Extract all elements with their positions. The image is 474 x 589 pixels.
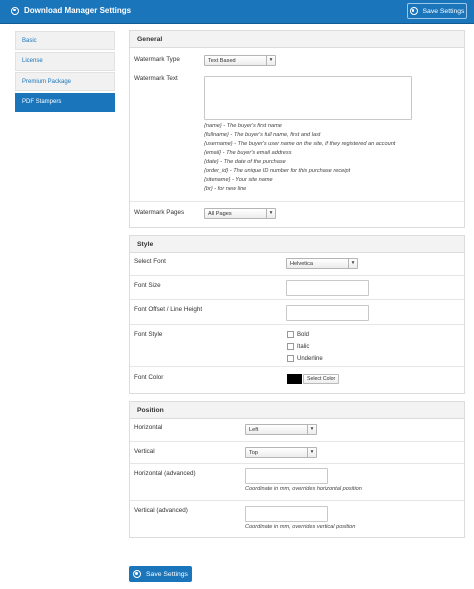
- watermark-type-label: Watermark Type: [134, 56, 180, 63]
- save-settings-label: Save Settings: [146, 570, 188, 578]
- position-panel: Position Horizontal Left ▼ Vertical Top …: [129, 401, 465, 538]
- horizontal-value: Left: [249, 426, 259, 433]
- top-bar: Download Manager Settings Save Settings: [0, 0, 474, 24]
- underline-label: Underline: [297, 355, 323, 362]
- font-size-input[interactable]: [286, 280, 369, 296]
- italic-label: Italic: [297, 343, 310, 350]
- select-color-button[interactable]: Select Color: [303, 374, 340, 384]
- watermark-pages-label: Watermark Pages: [134, 209, 185, 216]
- watermark-type-select[interactable]: Text Based ▼: [204, 55, 276, 66]
- placeholder-item: {date} - The date of the purchase: [204, 159, 286, 165]
- watermark-type-value: Text Based: [208, 57, 236, 64]
- horizontal-row: Horizontal Left ▼: [130, 419, 464, 441]
- sidebar-item-basic[interactable]: Basic: [15, 31, 115, 50]
- sidebar-item-premium-package[interactable]: Premium Package: [15, 72, 115, 91]
- placeholder-item: {name} - The buyer's first name: [204, 123, 282, 129]
- font-size-label: Font Size: [134, 282, 161, 289]
- position-panel-title: Position: [130, 402, 464, 419]
- horizontal-label: Horizontal: [134, 424, 163, 431]
- watermark-pages-select[interactable]: All Pages ▼: [204, 208, 276, 219]
- gear-icon: [409, 7, 418, 15]
- chevron-down-icon: ▼: [266, 56, 275, 65]
- horizontal-advanced-hint: Coordinate in mm, overrides horizontal p…: [245, 486, 362, 492]
- font-color-row: Font Color Select Color: [130, 366, 464, 394]
- watermark-pages-value: All Pages: [208, 210, 232, 217]
- placeholder-item: {fullname} - The buyer's full name, firs…: [204, 132, 321, 138]
- font-offset-input[interactable]: [286, 305, 369, 321]
- font-offset-label: Font Offset / Line Height: [134, 306, 203, 313]
- horizontal-advanced-label: Horizontal (advanced): [134, 470, 196, 477]
- watermark-text-label: Watermark Text: [134, 75, 178, 82]
- sidebar-item-label: Basic: [22, 37, 37, 44]
- vertical-advanced-label: Vertical (advanced): [134, 507, 188, 514]
- gear-icon: [11, 6, 19, 15]
- page-title: Download Manager Settings: [24, 6, 132, 15]
- font-style-label: Font Style: [134, 331, 163, 338]
- settings-sidebar: Basic License Premium Package PDF Stampe…: [15, 31, 115, 113]
- chevron-down-icon: ▼: [348, 259, 357, 268]
- vertical-advanced-hint: Coordinate in mm, overrides vertical pos…: [245, 524, 356, 530]
- vertical-row: Vertical Top ▼: [130, 441, 464, 463]
- chevron-down-icon: ▼: [266, 209, 275, 218]
- font-offset-row: Font Offset / Line Height: [130, 299, 464, 324]
- select-font-value: Helvetica: [290, 260, 314, 267]
- placeholder-item: {email} - The buyer's email address: [204, 150, 292, 156]
- gear-icon: [133, 570, 142, 578]
- general-panel: General Watermark Type Text Based ▼ Wate…: [129, 30, 465, 228]
- horizontal-advanced-row: Horizontal (advanced) Coordinate in mm, …: [130, 463, 464, 500]
- underline-checkbox-row[interactable]: Underline: [287, 355, 323, 362]
- sidebar-item-label: License: [22, 58, 43, 64]
- font-size-row: Font Size: [130, 275, 464, 299]
- chevron-down-icon: ▼: [307, 425, 316, 434]
- vertical-advanced-input[interactable]: [245, 506, 328, 522]
- vertical-advanced-row: Vertical (advanced) Coordinate in mm, ov…: [130, 500, 464, 538]
- sidebar-item-label: Premium Package: [22, 78, 72, 85]
- select-font-row: Select Font Helvetica ▼: [130, 253, 464, 275]
- select-color-label: Select Color: [307, 376, 336, 382]
- page-title-wrap: Download Manager Settings: [11, 6, 131, 15]
- vertical-label: Vertical: [134, 448, 155, 455]
- style-panel-title: Style: [130, 236, 464, 253]
- italic-checkbox[interactable]: [287, 343, 294, 350]
- bold-checkbox[interactable]: [287, 331, 294, 338]
- italic-checkbox-row[interactable]: Italic: [287, 343, 309, 350]
- watermark-pages-row: Watermark Pages All Pages ▼: [130, 201, 464, 228]
- font-style-row: Font Style Bold Italic Underline: [130, 324, 464, 366]
- placeholder-item: {order_id} - The unique ID number for th…: [204, 168, 351, 174]
- bold-checkbox-row[interactable]: Bold: [287, 331, 309, 338]
- sidebar-item-label: PDF Stampers: [22, 99, 62, 105]
- watermark-text-area[interactable]: [204, 76, 412, 120]
- font-color-swatch[interactable]: [287, 374, 302, 384]
- select-font-label: Select Font: [134, 258, 166, 265]
- chevron-down-icon: ▼: [307, 448, 316, 457]
- font-color-label: Font Color: [134, 374, 164, 381]
- vertical-select[interactable]: Top ▼: [245, 447, 317, 458]
- save-settings-label: Save Settings: [422, 7, 465, 15]
- underline-checkbox[interactable]: [287, 355, 294, 362]
- select-font-select[interactable]: Helvetica ▼: [286, 258, 358, 269]
- bold-label: Bold: [297, 331, 310, 338]
- placeholder-item: {br} - for new line: [204, 186, 247, 192]
- placeholder-item: {username} - The buyer's user name on th…: [204, 141, 396, 147]
- style-panel: Style Select Font Helvetica ▼ Font Size …: [129, 235, 465, 394]
- horizontal-advanced-input[interactable]: [245, 468, 328, 484]
- save-settings-button-top[interactable]: Save Settings: [407, 3, 467, 19]
- save-settings-button-bottom[interactable]: Save Settings: [129, 566, 192, 582]
- sidebar-item-license[interactable]: License: [15, 51, 115, 71]
- horizontal-select[interactable]: Left ▼: [245, 424, 317, 435]
- general-panel-title: General: [130, 31, 464, 48]
- sidebar-item-pdf-stampers[interactable]: PDF Stampers: [15, 92, 115, 112]
- placeholder-item: {sitename} - Your site name: [204, 177, 273, 183]
- vertical-value: Top: [249, 449, 259, 456]
